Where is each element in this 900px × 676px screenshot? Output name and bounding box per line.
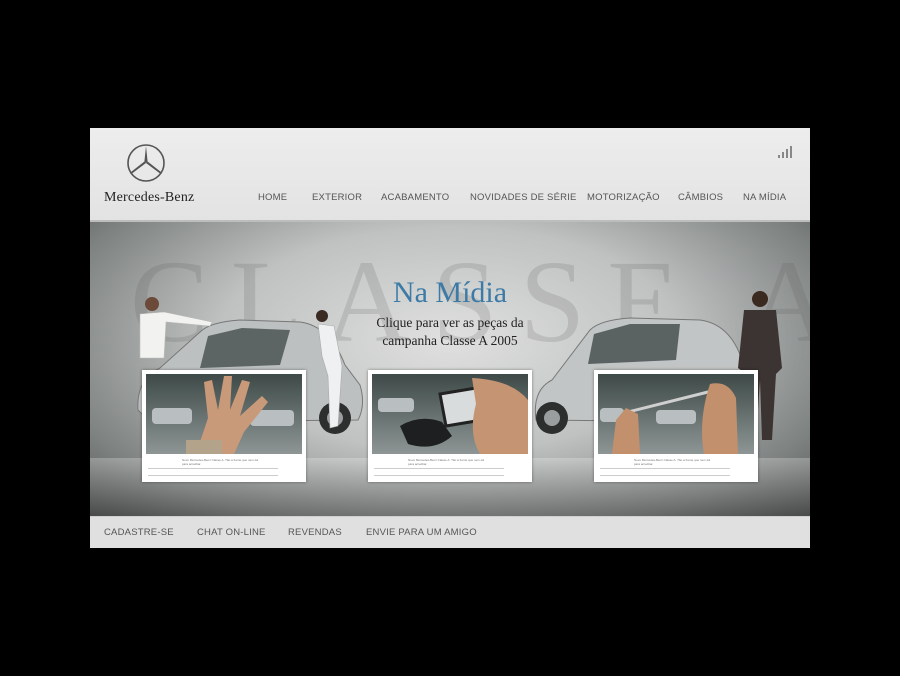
ad-photo-pointer — [598, 374, 754, 454]
ad-fineprint — [374, 468, 504, 476]
footer-chat[interactable]: CHAT ON-LINE — [197, 527, 266, 538]
ad-fineprint — [148, 468, 278, 476]
nav-novidades[interactable]: NOVIDADES DE SÉRIE — [470, 192, 577, 203]
hero-subtitle-line1: Clique para ver as peças da — [376, 315, 524, 330]
nav-exterior[interactable]: EXTERIOR — [312, 192, 362, 203]
footer-revendas[interactable]: REVENDAS — [288, 527, 342, 538]
ad-card-pointer[interactable]: Novo Mercedes-Benz Classe A. Tão à frent… — [594, 370, 758, 482]
ad-caption: Novo Mercedes-Benz Classe A. Tão à frent… — [408, 458, 484, 466]
mercedes-star-logo[interactable] — [126, 143, 166, 183]
footer-cadastre[interactable]: CADASTRE-SE — [104, 527, 174, 538]
footer-nav: CADASTRE-SE CHAT ON-LINE REVENDAS ENVIE … — [90, 516, 810, 548]
ad-photo-glasses — [372, 374, 528, 454]
ad-caption: Novo Mercedes-Benz Classe A. Tão à frent… — [182, 458, 258, 466]
nav-na-midia[interactable]: NA MÍDIA — [743, 192, 786, 203]
site-frame: Mercedes-Benz HOME EXTERIOR ACABAMENTO N… — [90, 128, 810, 548]
ad-card-glasses[interactable]: Novo Mercedes-Benz Classe A. Tão à frent… — [368, 370, 532, 482]
header: Mercedes-Benz HOME EXTERIOR ACABAMENTO N… — [90, 128, 810, 222]
hero-banner: CLASSE A Na Mídia Clique para ver as peç… — [90, 222, 810, 516]
footer-envie-amigo[interactable]: ENVIE PARA UM AMIGO — [366, 527, 477, 538]
nav-motorizacao[interactable]: MOTORIZAÇÃO — [587, 192, 660, 203]
ad-photo-hand — [146, 374, 302, 454]
sound-bars-icon[interactable] — [777, 144, 795, 158]
ad-caption: Novo Mercedes-Benz Classe A. Tão à frent… — [634, 458, 710, 466]
nav-home[interactable]: HOME — [258, 192, 287, 203]
main-nav: HOME EXTERIOR ACABAMENTO NOVIDADES DE SÉ… — [90, 192, 810, 206]
hero-title: Na Mídia — [392, 276, 508, 309]
ad-fineprint — [600, 468, 730, 476]
hero-subtitle: Clique para ver as peças da campanha Cla… — [360, 314, 540, 350]
hero-subtitle-line2: campanha Classe A 2005 — [382, 333, 518, 348]
nav-acabamento[interactable]: ACABAMENTO — [381, 192, 449, 203]
nav-cambios[interactable]: CÂMBIOS — [678, 192, 723, 203]
woman-figure — [316, 310, 343, 429]
ad-card-hand[interactable]: Novo Mercedes-Benz Classe A. Tão à frent… — [142, 370, 306, 482]
